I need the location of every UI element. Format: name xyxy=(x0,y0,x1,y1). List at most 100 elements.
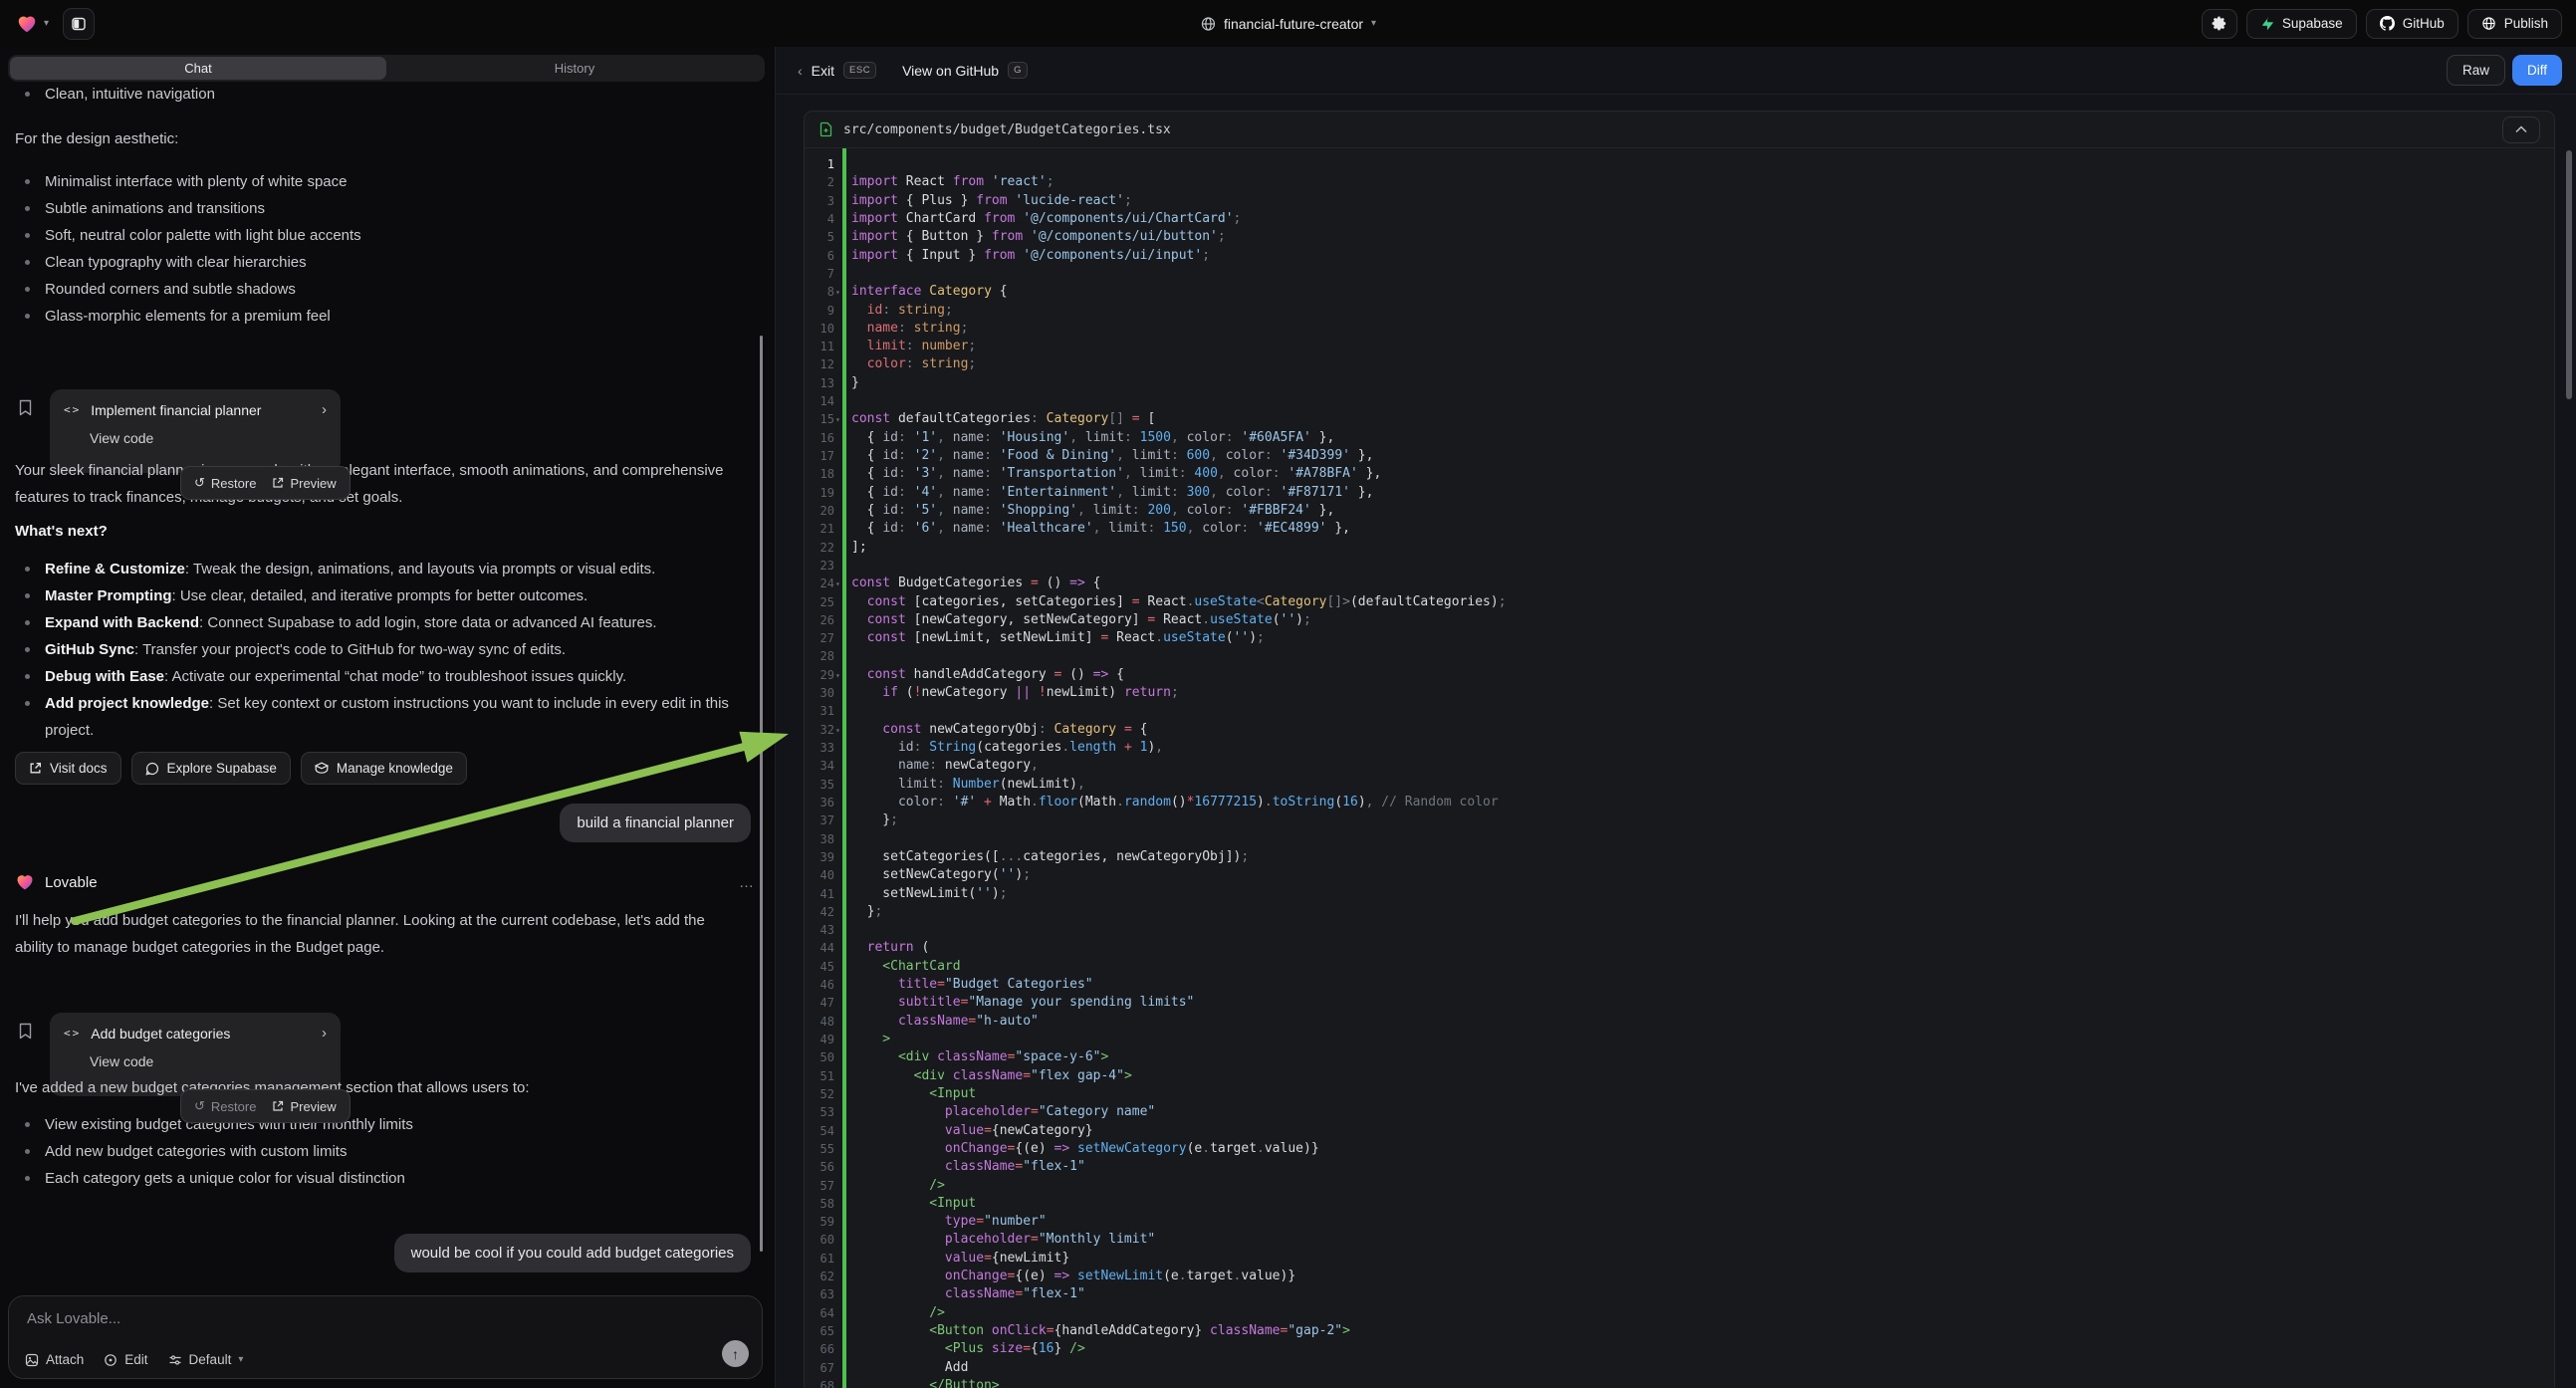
list-item: GitHub Sync: Transfer your project's cod… xyxy=(15,636,752,663)
line-number: 65 xyxy=(805,1322,834,1340)
mode-select[interactable]: Default ▾ xyxy=(168,1352,244,1367)
code-panel: ‹ Exit ESC View on GitHub G Raw Diff src… xyxy=(775,47,2576,1388)
code-line: 9 id: string; xyxy=(805,302,2554,320)
prompt-input-box[interactable]: Ask Lovable... Attach Edit Default ▾ ↑ xyxy=(8,1295,763,1379)
list-item: Each category gets a unique color for vi… xyxy=(15,1165,413,1192)
code-line: 10 name: string; xyxy=(805,320,2554,338)
project-switcher[interactable]: financial-future-creator ▾ xyxy=(1200,0,1376,47)
code-line: 6import { Input } from '@/components/ui/… xyxy=(805,247,2554,265)
lovable-logo[interactable] xyxy=(16,13,38,35)
restore-preview-pill: ↺ Restore Preview xyxy=(180,466,351,500)
code-line: 12 color: string; xyxy=(805,355,2554,373)
list-item: Minimalist interface with plenty of whit… xyxy=(15,168,361,195)
code-line: 47 subtitle="Manage your spending limits… xyxy=(805,994,2554,1012)
quick-actions-row: Visit docs Explore Supabase Manage knowl… xyxy=(15,752,467,785)
file-path: src/components/budget/BudgetCategories.t… xyxy=(843,122,1171,137)
line-number: 40 xyxy=(805,866,834,884)
code-line: 8▾interface Category { xyxy=(805,283,2554,301)
lovable-editor: ▾ financial-future-creator ▾ Supabase Gi… xyxy=(0,0,2576,1388)
view-on-github-button[interactable]: View on GitHub G xyxy=(902,62,1028,79)
user-message: build a financial planner xyxy=(560,804,751,842)
tab-history[interactable]: History xyxy=(386,57,763,80)
collapse-file-button[interactable] xyxy=(2502,116,2540,143)
exit-button[interactable]: ‹ Exit ESC xyxy=(798,62,876,79)
code-body[interactable]: 12import React from 'react';3import { Pl… xyxy=(805,148,2554,1388)
line-number: 42 xyxy=(805,903,834,921)
code-line: 20 { id: '5', name: 'Shopping', limit: 2… xyxy=(805,502,2554,520)
code-line: 2import React from 'react'; xyxy=(805,173,2554,191)
line-number: 20 xyxy=(805,502,834,520)
assistant-header: Lovable … xyxy=(15,872,755,892)
line-number: 33 xyxy=(805,739,834,757)
settings-button[interactable] xyxy=(2202,9,2237,39)
view-code-link[interactable]: View code xyxy=(90,430,327,446)
code-line: 16 { id: '1', name: 'Housing', limit: 15… xyxy=(805,429,2554,447)
chevron-left-icon: ‹ xyxy=(798,63,803,79)
line-number: 28 xyxy=(805,647,834,665)
github-button[interactable]: GitHub xyxy=(2366,9,2459,39)
line-number: 38 xyxy=(805,830,834,848)
view-code-link[interactable]: View code xyxy=(90,1053,327,1069)
logo-menu-chevron-icon[interactable]: ▾ xyxy=(44,18,49,29)
next-steps-list: Refine & Customize: Tweak the design, an… xyxy=(15,556,752,744)
list-item: Refine & Customize: Tweak the design, an… xyxy=(15,556,752,582)
supabase-button[interactable]: Supabase xyxy=(2246,9,2357,39)
bookmark-icon[interactable] xyxy=(18,399,33,416)
line-number: 48 xyxy=(805,1013,834,1031)
assistant-name: Lovable xyxy=(45,874,98,891)
send-button[interactable]: ↑ xyxy=(722,1340,749,1367)
code-line: 34 name: newCategory, xyxy=(805,757,2554,775)
fold-chevron-icon[interactable]: ▾ xyxy=(835,667,840,685)
line-number: 2 xyxy=(805,173,834,191)
fold-chevron-icon[interactable]: ▾ xyxy=(835,576,840,593)
user-message: would be cool if you could add budget ca… xyxy=(394,1234,751,1272)
chat-scrollbar[interactable] xyxy=(760,336,763,1252)
list-item: Add new budget categories with custom li… xyxy=(15,1138,413,1165)
fold-chevron-icon[interactable]: ▾ xyxy=(835,411,840,429)
line-number: 62 xyxy=(805,1268,834,1285)
raw-toggle-button[interactable]: Raw xyxy=(2447,55,2505,86)
message-options-icon[interactable]: … xyxy=(739,874,755,891)
line-number: 11 xyxy=(805,338,834,355)
tab-chat[interactable]: Chat xyxy=(10,57,386,80)
edit-button[interactable]: Edit xyxy=(104,1352,147,1367)
restore-button[interactable]: ↺ Restore xyxy=(194,475,256,491)
line-number: 17 xyxy=(805,447,834,465)
restore-button[interactable]: ↺ Restore xyxy=(194,1098,256,1114)
line-number: 12 xyxy=(805,355,834,373)
toggle-sidebar-button[interactable] xyxy=(63,8,95,40)
preview-button[interactable]: Preview xyxy=(272,1099,336,1114)
code-line: 28 xyxy=(805,647,2554,665)
project-chevron-icon: ▾ xyxy=(1371,18,1376,29)
code-line: 67 Add xyxy=(805,1359,2554,1377)
file-header[interactable]: src/components/budget/BudgetCategories.t… xyxy=(805,112,2554,148)
diff-file-card: src/components/budget/BudgetCategories.t… xyxy=(804,111,2555,1388)
code-line: 40 setNewCategory(''); xyxy=(805,866,2554,884)
lovable-avatar xyxy=(15,872,35,892)
project-name: financial-future-creator xyxy=(1224,16,1363,32)
explore-supabase-button[interactable]: Explore Supabase xyxy=(131,752,291,785)
sliders-icon xyxy=(168,1353,182,1367)
list-item: Master Prompting: Use clear, detailed, a… xyxy=(15,582,752,609)
manage-knowledge-button[interactable]: Manage knowledge xyxy=(301,752,467,785)
fold-chevron-icon[interactable]: ▾ xyxy=(835,284,840,302)
publish-button[interactable]: Publish xyxy=(2467,9,2562,39)
line-number: 32 xyxy=(805,721,834,739)
line-number: 15 xyxy=(805,410,834,428)
restore-preview-pill: ↺ Restore Preview xyxy=(180,1089,351,1123)
fold-chevron-icon[interactable]: ▾ xyxy=(835,722,840,740)
diff-toggle-button[interactable]: Diff xyxy=(2512,55,2562,86)
line-number: 46 xyxy=(805,976,834,994)
reply-paragraph: I'll help you add budget categories to t… xyxy=(15,907,738,961)
attach-button[interactable]: Attach xyxy=(25,1352,84,1367)
bookmark-icon[interactable] xyxy=(18,1023,33,1040)
line-number: 51 xyxy=(805,1067,834,1085)
version-title: Implement financial planner xyxy=(91,402,261,418)
code-line: 57 /> xyxy=(805,1177,2554,1195)
visit-docs-button[interactable]: Visit docs xyxy=(15,752,121,785)
target-icon xyxy=(104,1353,117,1367)
line-number: 26 xyxy=(805,611,834,629)
preview-button[interactable]: Preview xyxy=(272,476,336,491)
code-scrollbar[interactable] xyxy=(2566,150,2572,399)
code-line: 66 <Plus size={16} /> xyxy=(805,1340,2554,1358)
